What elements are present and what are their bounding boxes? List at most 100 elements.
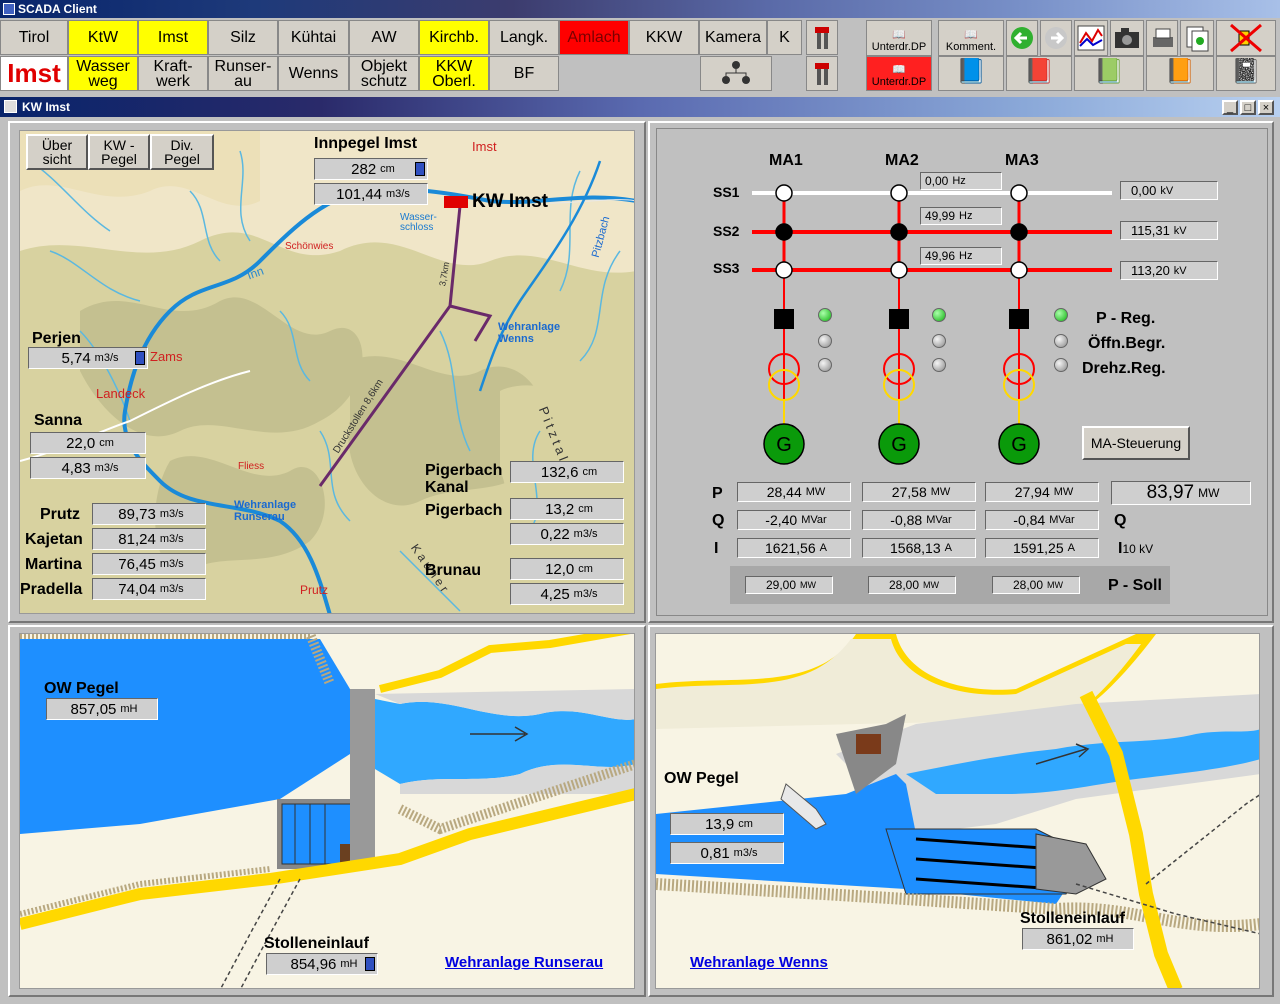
maximize-button[interactable]: □ — [1240, 100, 1256, 115]
runserau-stollen-value[interactable]: 854,96 mH — [266, 953, 378, 975]
print-icon[interactable] — [1146, 20, 1178, 56]
busbar-voltage-ss1[interactable]: 0,00 kV — [1120, 181, 1218, 200]
forward-button[interactable] — [1040, 20, 1072, 56]
pigerbach-kanal-value[interactable]: 132,6 cm — [510, 461, 624, 483]
close-button[interactable]: × — [1258, 100, 1274, 115]
nav-imst[interactable]: Imst — [138, 20, 208, 55]
wenns-ow-flow[interactable]: 0,81 m3/s — [670, 842, 784, 864]
busbar-voltage-ss3[interactable]: 113,20 kV — [1120, 261, 1218, 280]
perjen-flow[interactable]: 5,74 m3/s — [28, 347, 148, 369]
nav-tirol[interactable]: Tirol — [0, 20, 68, 55]
nav2-kraft-werk[interactable]: Kraft- werk — [138, 56, 208, 91]
runserau-ow-value[interactable]: 857,05 mH — [46, 698, 158, 720]
komment-button[interactable]: 📖 Komment. — [938, 20, 1004, 56]
pigerbach-flow[interactable]: 0,22 m3/s — [510, 523, 624, 545]
q-value-ma3[interactable]: -0,84 MVar — [985, 510, 1099, 530]
i-value-ma2[interactable]: 1568,13 A — [862, 538, 976, 558]
nav2-wasser-weg[interactable]: Wasser weg — [68, 56, 138, 91]
tab-div-pegel[interactable]: Div. Pegel — [150, 134, 214, 170]
ma-steuerung-button[interactable]: MA-Steuerung — [1082, 426, 1190, 460]
camera-icon[interactable] — [1110, 20, 1144, 56]
busbar-label-ss2: SS2 — [713, 223, 740, 239]
sanna-level[interactable]: 22,0 cm — [30, 432, 146, 454]
p-value-ma3[interactable]: 27,94 MW — [985, 482, 1099, 502]
p-soll-value-ma2[interactable]: 28,00 MW — [868, 576, 956, 594]
tab-uebersicht[interactable]: Über sicht — [26, 134, 88, 170]
busbar-frequency-ss3[interactable]: 49,96 Hz — [920, 247, 1002, 265]
nav-silz[interactable]: Silz — [208, 20, 278, 55]
status-led-ma1-3 — [818, 358, 832, 372]
i-value-ma1[interactable]: 1621,56 A — [737, 538, 851, 558]
book-warning-icon[interactable]: 📕 — [1006, 56, 1072, 91]
unterdr-dp-button[interactable]: 📖 Unterdr.DP — [866, 20, 932, 56]
book-info-icon[interactable]: 📗 — [1074, 56, 1144, 91]
disconnector-3-2[interactable] — [1010, 223, 1028, 241]
book-users-icon[interactable]: 📙 — [1146, 56, 1214, 91]
innpegel-level[interactable]: 282 cm — [314, 158, 428, 180]
disconnector-1-2[interactable] — [775, 223, 793, 241]
gauge-value-pradella[interactable]: 74,04 m3/s — [92, 578, 206, 600]
busbar-frequency-ss2[interactable]: 49,99 Hz — [920, 207, 1002, 225]
p-value-ma2[interactable]: 27,58 MW — [862, 482, 976, 502]
gauge-value-prutz[interactable]: 89,73 m3/s — [92, 503, 206, 525]
hierarchy-icon[interactable] — [700, 56, 772, 91]
pigerbach-level[interactable]: 13,2 cm — [510, 498, 624, 520]
q-value-ma2[interactable]: -0,88 MVar — [862, 510, 976, 530]
nav-kkw[interactable]: KKW — [629, 20, 699, 55]
p-soll-value-ma3[interactable]: 28,00 MW — [992, 576, 1080, 594]
book-clock-icon[interactable]: 📘 — [938, 56, 1004, 91]
nav-kühtai[interactable]: Kühtai — [278, 20, 349, 55]
wehranlage-runserau-link[interactable]: Wehranlage Runserau — [445, 954, 603, 971]
wenns-view[interactable] — [655, 633, 1260, 989]
breaker-ma1[interactable] — [774, 309, 794, 329]
gauge-value-kajetan[interactable]: 81,24 m3/s — [92, 528, 206, 550]
minimize-button[interactable]: _ — [1222, 100, 1238, 115]
sanna-flow[interactable]: 4,83 m3/s — [30, 457, 146, 479]
disconnector-2-2[interactable] — [890, 223, 908, 241]
p-soll-value-ma1[interactable]: 29,00 MW — [745, 576, 833, 594]
alarm-mute-icon[interactable] — [1216, 20, 1276, 56]
i-value-ma3[interactable]: 1591,25 A — [985, 538, 1099, 558]
brunau-level[interactable]: 12,0 cm — [510, 558, 624, 580]
disconnector-2-3[interactable] — [890, 261, 908, 279]
tools-icon-2[interactable] — [806, 56, 838, 91]
nav-kamera[interactable]: Kamera — [699, 20, 767, 55]
trend-icon[interactable] — [1074, 20, 1108, 56]
disconnector-3-1[interactable] — [1010, 184, 1028, 202]
back-button[interactable] — [1006, 20, 1038, 56]
nav-amlach[interactable]: Amlach — [559, 20, 629, 55]
nav2-kkw-oberl-[interactable]: KKW Oberl. — [419, 56, 489, 91]
disconnector-1-1[interactable] — [775, 184, 793, 202]
breaker-ma2[interactable] — [889, 309, 909, 329]
p-value-ma1[interactable]: 28,44 MW — [737, 482, 851, 502]
p-total-value[interactable]: 83,97 MW — [1111, 481, 1251, 505]
unterdr-dp-active-button[interactable]: 📖 Unterdr.DP — [866, 56, 932, 91]
tab-kw-pegel[interactable]: KW - Pegel — [88, 134, 150, 170]
disconnector-1-3[interactable] — [775, 261, 793, 279]
nav-langk-[interactable]: Langk. — [489, 20, 559, 55]
disconnector-2-1[interactable] — [890, 184, 908, 202]
wehranlage-wenns-link[interactable]: Wehranlage Wenns — [690, 954, 828, 971]
nav-k[interactable]: K — [767, 20, 802, 55]
gauge-value-martina[interactable]: 76,45 m3/s — [92, 553, 206, 575]
nav-kirchb-[interactable]: Kirchb. — [419, 20, 489, 55]
wenns-ow-level[interactable]: 13,9 cm — [670, 813, 784, 835]
wenns-stollen-value[interactable]: 861,02 mH — [1022, 928, 1134, 950]
innpegel-flow[interactable]: 101,44 m3/s — [314, 183, 428, 205]
book-list-icon[interactable]: 📓 — [1216, 56, 1276, 91]
tools-icon[interactable] — [806, 20, 838, 55]
nav2-objekt-schutz[interactable]: Objekt schutz — [349, 56, 419, 91]
brunau-flow[interactable]: 4,25 m3/s — [510, 583, 624, 605]
nav2-imst[interactable]: Imst — [0, 56, 68, 91]
busbar-frequency-ss1[interactable]: 0,00 Hz — [920, 172, 1002, 190]
nav2-bf[interactable]: BF — [489, 56, 559, 91]
nav-ktw[interactable]: KtW — [68, 20, 138, 55]
breaker-ma3[interactable] — [1009, 309, 1029, 329]
nav-aw[interactable]: AW — [349, 20, 419, 55]
disconnector-3-3[interactable] — [1010, 261, 1028, 279]
q-value-ma1[interactable]: -2,40 MVar — [737, 510, 851, 530]
nav2-runser-au[interactable]: Runser- au — [208, 56, 278, 91]
busbar-voltage-ss2[interactable]: 115,31 kV — [1120, 221, 1218, 240]
documents-icon[interactable] — [1180, 20, 1214, 56]
nav2-wenns[interactable]: Wenns — [278, 56, 349, 91]
